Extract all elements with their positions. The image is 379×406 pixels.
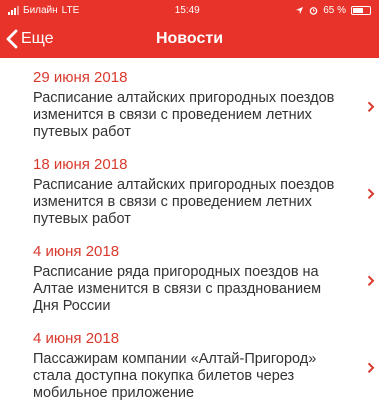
chevron-right-icon [367, 101, 375, 112]
carrier-info: Билайн LTE [8, 5, 79, 16]
news-headline: Расписание алтайских пригородных поездов… [33, 90, 335, 140]
news-headline: Расписание алтайских пригородных поездов… [33, 177, 335, 227]
news-list: 29 июня 2018 Расписание алтайских пригор… [0, 58, 379, 406]
chevron-left-icon [6, 29, 18, 49]
news-date: 4 июня 2018 [33, 330, 120, 347]
alarm-icon [309, 6, 318, 15]
back-label: Еще [21, 30, 54, 47]
news-headline: Пассажирам компании «Алтай-Пригород» ста… [33, 351, 317, 401]
battery-fill [353, 7, 364, 13]
carrier-name: Билайн [23, 4, 58, 16]
status-right: 65 % [295, 5, 371, 16]
news-item[interactable]: 18 июня 2018 Расписание алтайских пригор… [0, 145, 379, 232]
location-icon [296, 6, 304, 14]
back-button[interactable]: Еще [6, 20, 54, 58]
chevron-right-icon [367, 362, 375, 373]
news-date: 18 июня 2018 [33, 156, 128, 173]
chevron-right-icon [367, 275, 375, 286]
news-date: 29 июня 2018 [33, 69, 128, 86]
status-time: 15:49 [174, 4, 200, 16]
chevron-right-icon [367, 188, 375, 199]
news-headline: Расписание ряда пригородных поездов на А… [33, 264, 322, 314]
battery-icon [351, 5, 371, 15]
network-type: LTE [61, 4, 80, 16]
page-title: Новости [155, 30, 224, 47]
battery-percent: 65 % [323, 4, 346, 16]
news-item[interactable]: 4 июня 2018 Пассажирам компании «Алтай-П… [0, 319, 379, 406]
news-item[interactable]: 4 июня 2018 Расписание ряда пригородных … [0, 232, 379, 319]
news-date: 4 июня 2018 [33, 243, 120, 260]
navigation-bar: Еще Новости [0, 20, 379, 58]
status-bar: Билайн LTE 15:49 65 % [0, 0, 379, 20]
news-item[interactable]: 29 июня 2018 Расписание алтайских пригор… [0, 58, 379, 145]
signal-icon [8, 5, 19, 15]
